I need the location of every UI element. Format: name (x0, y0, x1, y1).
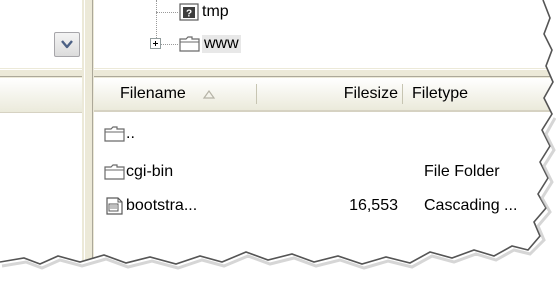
ftp-client-window: ? tmp www Filename Filesize Filetype .. … (0, 0, 556, 288)
torn-edge-decoration (0, 0, 556, 288)
